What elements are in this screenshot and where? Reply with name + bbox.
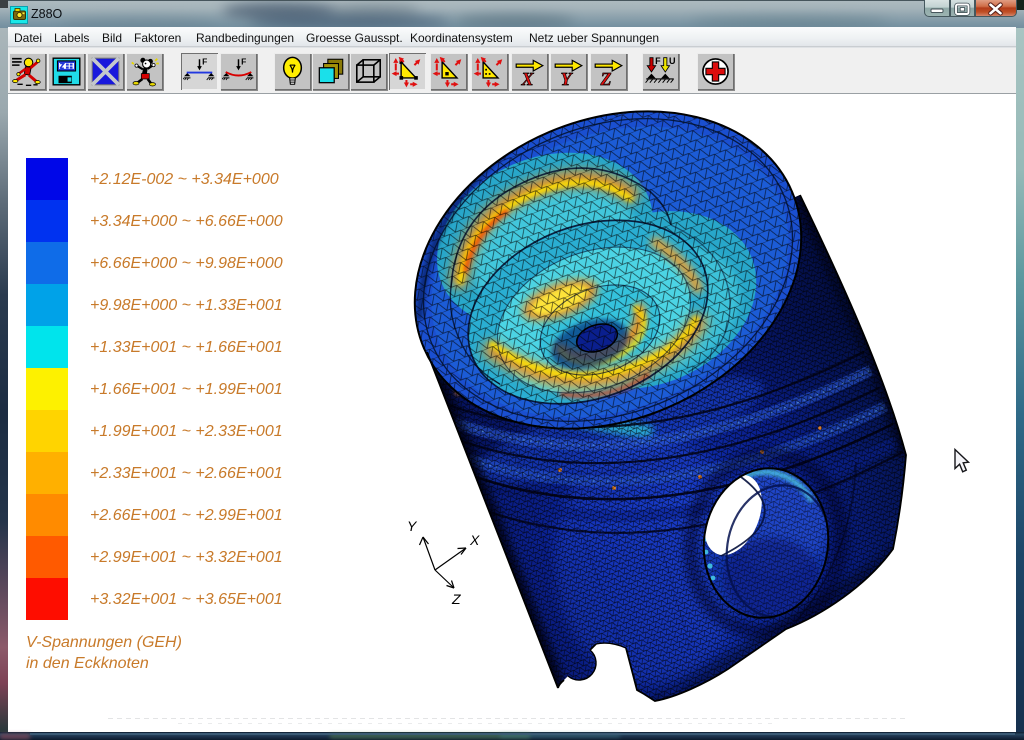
svg-text:X: X bbox=[469, 532, 480, 548]
svg-text:Y: Y bbox=[407, 518, 418, 534]
svg-text:Z: Z bbox=[451, 591, 461, 607]
